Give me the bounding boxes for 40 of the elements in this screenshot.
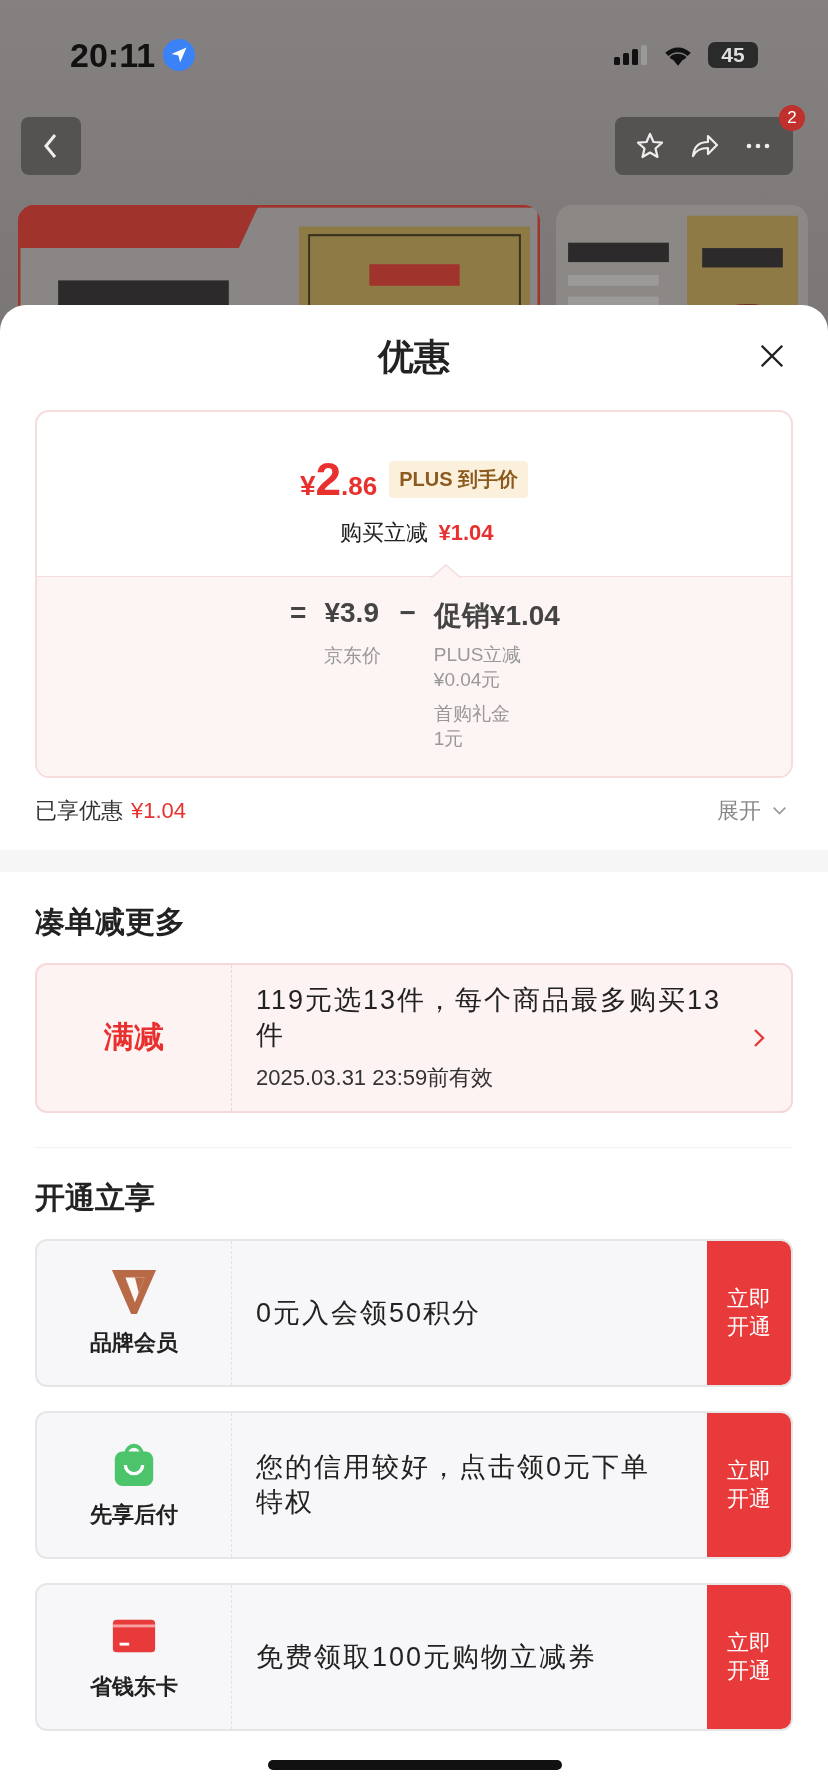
- chevron-down-icon: [771, 805, 788, 816]
- summary-label: 已享优惠: [35, 796, 123, 825]
- final-price: ¥2.86: [299, 452, 378, 506]
- v-logo-icon: [110, 1268, 158, 1317]
- sheet-title: 优惠: [378, 335, 450, 379]
- status-time: 20:11: [70, 35, 156, 75]
- base-price: ¥3.9: [324, 597, 380, 630]
- discount-detail: 首购礼金 1元: [433, 702, 511, 752]
- base-price-label: 京东价: [324, 644, 382, 668]
- equals-sign: =: [290, 597, 307, 630]
- benefit-name: 品牌会员: [90, 1329, 178, 1358]
- benefit-name: 先享后付: [90, 1501, 178, 1530]
- benefit-text: 您的信用较好，点击领0元下单特权: [256, 1451, 652, 1520]
- star-icon[interactable]: [635, 131, 665, 161]
- minus-sign: −: [399, 597, 416, 630]
- promo-amount: 促销¥1.04: [433, 599, 560, 633]
- promotion-text: 119元选13件，每个商品最多购买13件: [256, 983, 723, 1052]
- summary-amount: ¥1.04: [131, 797, 187, 824]
- section-title: 凑单减更多: [35, 903, 186, 940]
- benefit-text: 0元入会领50积分: [256, 1296, 482, 1330]
- validity-text: 2025.03.31 23:59前有效: [256, 1063, 495, 1092]
- benefit-name: 省钱东卡: [90, 1673, 178, 1702]
- section-title: 开通立享: [35, 1180, 156, 1217]
- benefit-text: 免费领取100元购物立减券: [256, 1640, 598, 1674]
- plus-price-tag: PLUS 到手价: [389, 460, 529, 498]
- discount-detail: PLUS立减 ¥0.04元: [433, 643, 523, 692]
- reduce-amount: ¥1.04: [438, 520, 494, 546]
- battery-icon: 45: [708, 42, 758, 68]
- activate-button[interactable]: 立即开通: [707, 1585, 791, 1730]
- promotion-card[interactable]: 满减 119元选13件，每个商品最多购买13件 2025.03.31 23:59前有效: [35, 962, 793, 1113]
- activate-button[interactable]: 立即开通: [707, 1413, 791, 1558]
- chevron-right-icon: [753, 1027, 765, 1048]
- expand-button[interactable]: 展开: [717, 795, 788, 826]
- reduce-label: 购买立减: [340, 519, 429, 547]
- notification-badge: 2: [779, 105, 805, 131]
- close-icon[interactable]: [758, 342, 786, 370]
- promotion-type: 满减: [104, 1019, 164, 1056]
- activate-button[interactable]: 立即开通: [707, 1241, 791, 1386]
- back-button[interactable]: [21, 117, 81, 175]
- signal-icon: [614, 44, 648, 66]
